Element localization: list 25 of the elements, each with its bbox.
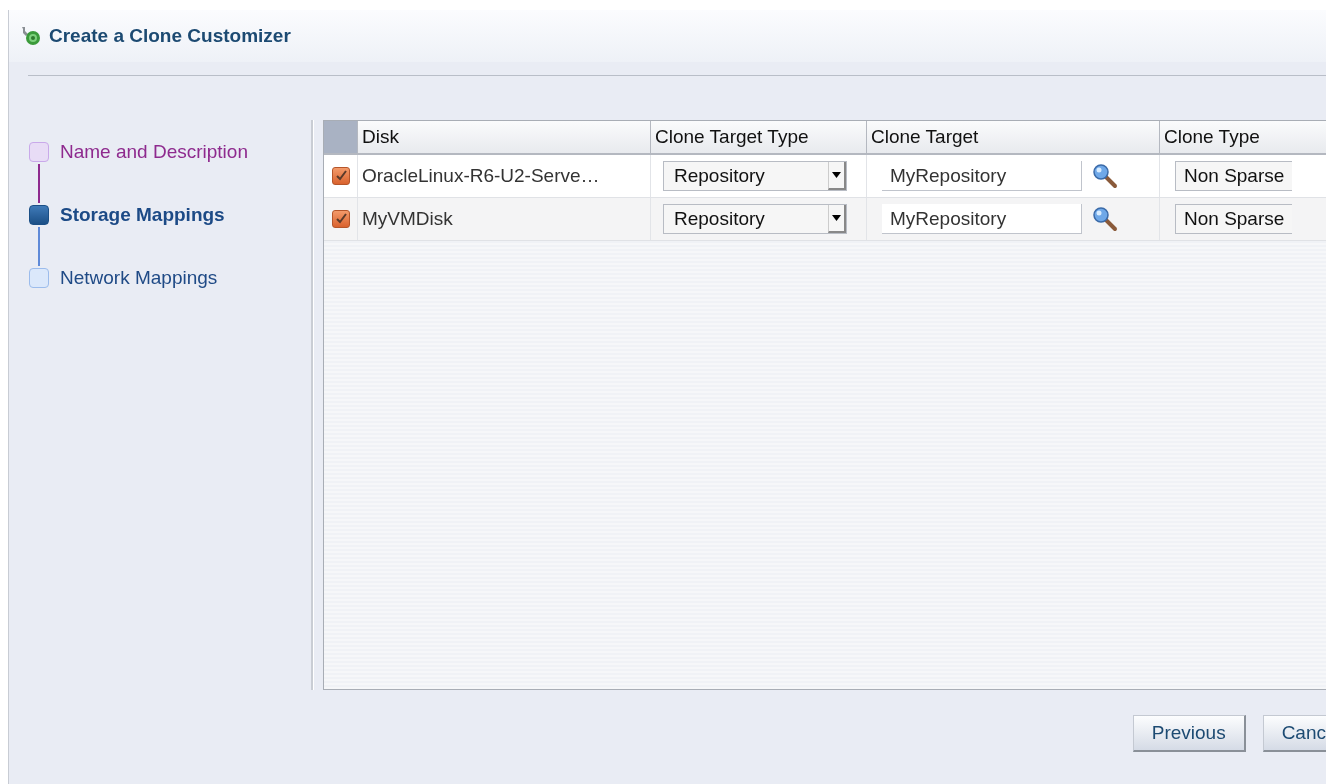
search-icon[interactable]	[1092, 163, 1118, 189]
column-header[interactable]: Clone Target Type	[650, 121, 866, 153]
gear-wrench-icon	[19, 25, 43, 47]
column-header[interactable]: Disk	[357, 121, 650, 153]
dialog-button[interactable]: Previous	[1132, 715, 1246, 752]
table-cell: MyVMDisk	[357, 198, 650, 240]
caret-icon	[832, 172, 841, 178]
dropdown[interactable]: Non Sparse	[1175, 204, 1293, 234]
dropdown[interactable]: Repository	[663, 161, 847, 191]
checkbox[interactable]	[331, 210, 350, 228]
column-header[interactable]: Clone Target	[866, 121, 1159, 153]
column-header[interactable]: Clone Type	[1159, 121, 1326, 153]
search-icon[interactable]	[1092, 206, 1118, 232]
dropdown[interactable]: Repository	[663, 204, 847, 234]
dialog-title: Create a Clone Customizer	[49, 25, 291, 47]
step-link[interactable]: Name and Description	[60, 141, 248, 163]
step-link[interactable]: Network Mappings	[60, 267, 218, 289]
caret-icon	[832, 215, 841, 221]
dialog-button[interactable]: Canc	[1262, 715, 1326, 752]
step-link[interactable]: Storage Mappings	[60, 204, 225, 226]
dropdown[interactable]: Non Sparse	[1175, 161, 1293, 191]
table-cell: OracleLinux-R6-U2-Serve…	[357, 155, 650, 197]
checkbox[interactable]	[331, 167, 350, 185]
text-field[interactable]: MyRepository	[882, 161, 1082, 191]
text-field[interactable]: MyRepository	[882, 204, 1082, 234]
